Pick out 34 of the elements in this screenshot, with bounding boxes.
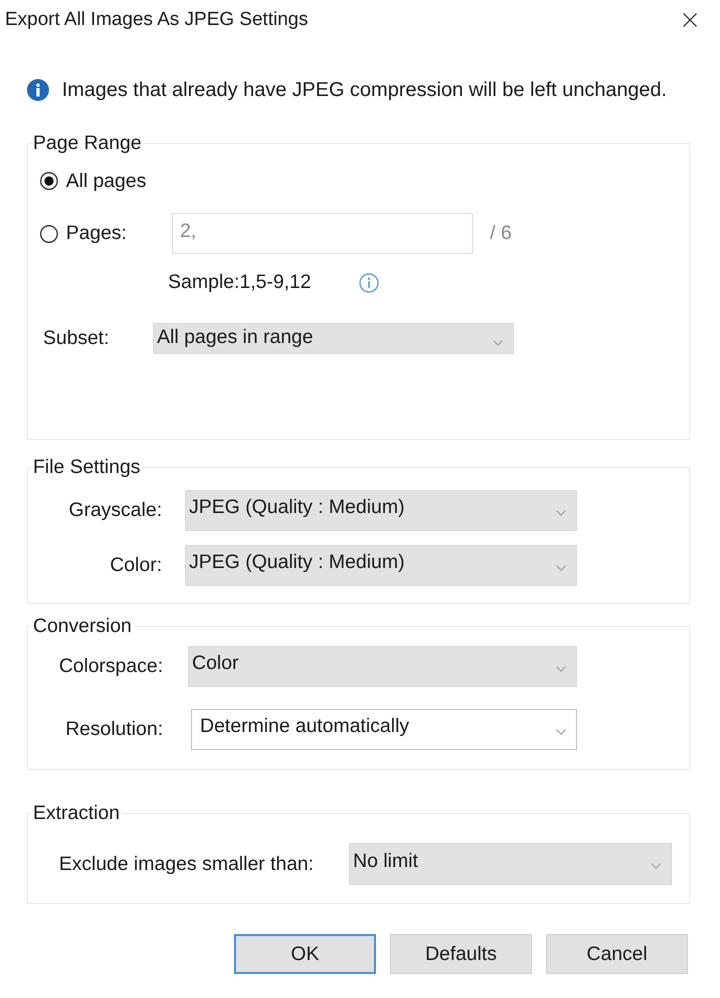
group-title: Page Range xyxy=(32,132,142,154)
dropdown[interactable]: Color xyxy=(188,646,577,687)
field-label: Grayscale: xyxy=(68,499,162,522)
dialog-button[interactable]: Cancel xyxy=(546,934,688,974)
dropdown[interactable]: Determine automatically xyxy=(191,709,577,750)
radio-option[interactable]: Pages: xyxy=(40,222,127,245)
chevron-down-icon xyxy=(556,510,566,516)
field-label: Colorspace: xyxy=(58,655,163,678)
chevron-down-icon xyxy=(556,728,566,734)
dropdown[interactable]: JPEG (Quality : Medium) xyxy=(185,545,577,586)
dialog-button[interactable]: OK xyxy=(234,934,376,974)
window-title: Export All Images As JPEG Settings xyxy=(5,9,308,31)
page-count: / 6 xyxy=(490,222,512,245)
group-title: File Settings xyxy=(32,456,142,478)
chevron-down-icon xyxy=(556,666,566,672)
field-label: Subset: xyxy=(43,327,110,350)
info-icon xyxy=(27,79,49,101)
dropdown[interactable]: JPEG (Quality : Medium) xyxy=(185,490,577,531)
info-icon[interactable] xyxy=(359,272,379,292)
field-label: Resolution: xyxy=(65,718,163,741)
field-label: Exclude images smaller than: xyxy=(59,852,314,876)
dialog-button[interactable]: Defaults xyxy=(390,934,532,974)
chevron-down-icon xyxy=(493,340,503,346)
close-icon[interactable] xyxy=(683,13,697,27)
sample-hint: Sample:1,5-9,12 xyxy=(168,271,312,294)
chevron-down-icon xyxy=(556,564,566,570)
group-title: Extraction xyxy=(32,802,121,824)
chevron-down-icon xyxy=(651,863,661,869)
notice-text: Images that already have JPEG compression will be left unchanged. xyxy=(62,78,667,102)
field-label: Color: xyxy=(110,554,162,577)
group-title: Conversion xyxy=(32,615,133,637)
radio-option[interactable]: All pages xyxy=(40,170,146,192)
dropdown[interactable]: No limit xyxy=(349,843,672,885)
dropdown[interactable]: All pages in range xyxy=(153,323,514,354)
